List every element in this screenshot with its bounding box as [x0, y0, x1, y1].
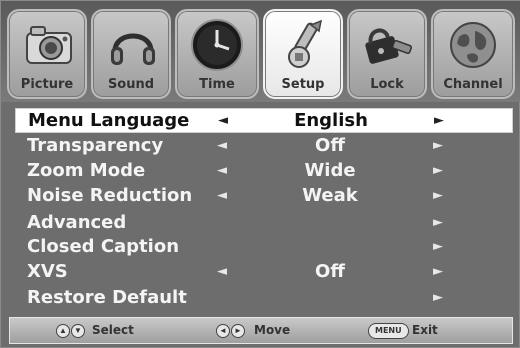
tab-label: Time [199, 77, 235, 92]
left-arrow-icon [215, 216, 229, 230]
tab-channel[interactable]: Channel [431, 9, 515, 99]
menu-item-label: Advanced [27, 212, 127, 233]
tab-lock[interactable]: Lock [347, 9, 427, 99]
tv-osd-menu: Picture Sound Time Setup Lock Channel Me… [0, 0, 520, 348]
tab-bar: Picture Sound Time Setup Lock Channel [7, 9, 517, 99]
right-arrow-icon: ► [231, 324, 245, 338]
left-right-buttons-icon: ◄ ► [216, 324, 245, 338]
tab-sound[interactable]: Sound [91, 9, 171, 99]
headphones-icon [105, 17, 161, 73]
right-arrow-icon[interactable]: ► [432, 114, 446, 128]
menu-item-advanced[interactable]: Advanced ► [15, 211, 513, 236]
right-arrow-icon[interactable]: ► [431, 164, 445, 178]
menu-item-menu-language[interactable]: Menu Language ◄ English ► [15, 108, 513, 133]
menu-item-value: Off [315, 261, 345, 282]
tab-label: Lock [370, 77, 404, 92]
menu-item-value: Off [315, 135, 345, 156]
menu-item-label: Menu Language [28, 110, 190, 131]
left-arrow-icon[interactable]: ◄ [215, 265, 229, 279]
left-arrow-icon [215, 291, 229, 305]
exit-hint: Exit [412, 323, 438, 337]
menu-item-xvs[interactable]: XVS ◄ Off ► [15, 260, 513, 285]
menu-item-label: XVS [27, 261, 68, 282]
move-hint: Move [254, 323, 291, 337]
menu-button-icon: MENU [368, 323, 409, 339]
right-arrow-icon[interactable]: ► [431, 189, 445, 203]
left-arrow-icon[interactable]: ◄ [216, 114, 230, 128]
menu-item-label: Restore Default [27, 287, 187, 308]
left-arrow-icon [215, 240, 229, 254]
globe-icon [445, 17, 501, 73]
menu-item-value: Weak [302, 185, 358, 206]
tab-label: Channel [443, 77, 503, 92]
camera-icon [21, 17, 77, 73]
menu-item-noise-reduction[interactable]: Noise Reduction ◄ Weak ► [15, 184, 513, 209]
up-arrow-icon: ▲ [56, 324, 70, 338]
right-arrow-icon[interactable]: ► [431, 265, 445, 279]
left-arrow-icon[interactable]: ◄ [215, 189, 229, 203]
left-arrow-icon: ◄ [216, 324, 230, 338]
up-down-buttons-icon: ▲ ▼ [56, 324, 85, 338]
hint-bar: ▲ ▼ Select ◄ ► Move MENU Exit [9, 317, 513, 344]
tab-picture[interactable]: Picture [7, 9, 87, 99]
lock-icon [361, 17, 417, 73]
menu-item-zoom-mode[interactable]: Zoom Mode ◄ Wide ► [15, 159, 513, 184]
tab-time[interactable]: Time [175, 9, 259, 99]
setup-menu-list: Menu Language ◄ English ► Transparency ◄… [15, 108, 513, 314]
tab-label: Picture [20, 77, 74, 92]
right-arrow-icon[interactable]: ► [431, 139, 445, 153]
menu-item-value: Wide [304, 160, 356, 181]
wrench-icon [277, 17, 333, 73]
menu-item-label: Closed Caption [27, 236, 180, 257]
tab-setup[interactable]: Setup [263, 9, 343, 99]
menu-item-value: English [294, 110, 368, 131]
clock-icon [189, 17, 245, 73]
right-arrow-icon[interactable]: ► [431, 240, 445, 254]
menu-item-transparency[interactable]: Transparency ◄ Off ► [15, 134, 513, 159]
right-arrow-icon[interactable]: ► [431, 216, 445, 230]
menu-item-label: Noise Reduction [27, 185, 193, 206]
right-arrow-icon[interactable]: ► [431, 291, 445, 305]
menu-item-closed-caption[interactable]: Closed Caption ► [15, 235, 513, 260]
menu-item-restore-default[interactable]: Restore Default ► [15, 286, 513, 311]
menu-key-label: MENU [368, 323, 409, 339]
tab-label: Setup [281, 77, 325, 92]
left-arrow-icon[interactable]: ◄ [215, 139, 229, 153]
select-hint: Select [92, 323, 134, 337]
menu-item-label: Zoom Mode [27, 160, 146, 181]
down-arrow-icon: ▼ [71, 324, 85, 338]
left-arrow-icon[interactable]: ◄ [215, 164, 229, 178]
tab-label: Sound [107, 77, 155, 92]
menu-item-label: Transparency [27, 135, 164, 156]
